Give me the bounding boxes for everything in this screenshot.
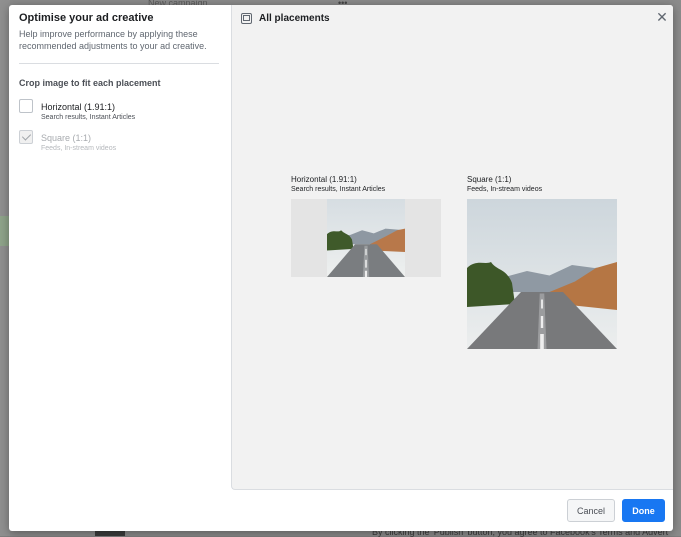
road-image bbox=[327, 199, 405, 277]
preview-title: All placements bbox=[259, 13, 330, 24]
option-sublabel: Feeds, In-stream videos bbox=[41, 145, 117, 152]
section-title: Crop image to fit each placement bbox=[19, 78, 161, 88]
preview-label: Square (1:1) bbox=[467, 175, 512, 184]
preview-horizontal: Horizontal (1.91:1) Search results, Inst… bbox=[291, 175, 441, 277]
options-panel: Optimise your ad creative Help improve p… bbox=[9, 5, 231, 489]
option-sublabel: Search results, Instant Articles bbox=[41, 114, 136, 121]
divider bbox=[19, 63, 219, 64]
horizontal-frame bbox=[291, 199, 441, 277]
placements-icon bbox=[241, 13, 252, 24]
preview-sublabel: Search results, Instant Articles bbox=[291, 186, 386, 193]
square-checkbox[interactable] bbox=[19, 130, 33, 144]
option-label: Square (1:1) bbox=[41, 133, 92, 143]
preview-header: All placements ✕ bbox=[232, 5, 673, 32]
preview-square: Square (1:1) Feeds, In-stream videos bbox=[467, 175, 617, 349]
optimise-creative-dialog: Optimise your ad creative Help improve p… bbox=[9, 5, 673, 531]
preview-label: Horizontal (1.91:1) bbox=[291, 175, 357, 184]
preview-sublabel: Feeds, In-stream videos bbox=[467, 186, 543, 193]
road-image bbox=[467, 199, 617, 349]
option-label: Horizontal (1.91:1) bbox=[41, 102, 116, 112]
preview-panel: All placements ✕ Horizontal (1.91:1) Sea… bbox=[231, 5, 673, 490]
horizontal-checkbox[interactable] bbox=[19, 99, 33, 113]
close-icon[interactable]: ✕ bbox=[656, 10, 668, 24]
done-button[interactable]: Done bbox=[622, 499, 665, 522]
dialog-title: Optimise your ad creative bbox=[19, 12, 154, 24]
dialog-description: Help improve performance by applying the… bbox=[19, 29, 207, 51]
cancel-button[interactable]: Cancel bbox=[567, 499, 615, 522]
